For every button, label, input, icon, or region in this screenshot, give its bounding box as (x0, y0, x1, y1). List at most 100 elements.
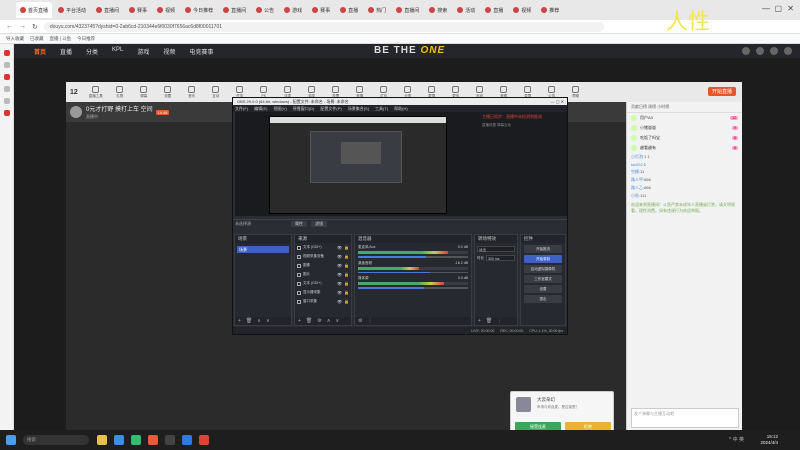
toolbar-item[interactable]: 设置 (156, 85, 180, 99)
down-icon[interactable]: ∨ (266, 318, 270, 324)
transition-select[interactable]: 淡出 (477, 246, 515, 252)
filters-button[interactable]: 滤镜 (311, 221, 327, 227)
nav-link[interactable]: KPL (112, 47, 123, 56)
obs-menu-item[interactable]: 视图(V) (273, 105, 286, 112)
system-tray[interactable]: ^ 中 英 (729, 436, 744, 443)
obs-menu-item[interactable]: 帮助(H) (394, 105, 408, 112)
app-icon[interactable] (3, 110, 10, 116)
minimize-icon[interactable]: — (762, 4, 770, 13)
control-button[interactable]: 开始录制 (524, 255, 562, 263)
browser-tab[interactable]: 今日推荐 (181, 2, 217, 18)
app-icon[interactable] (3, 86, 10, 92)
browser-tab[interactable]: 搜索 (425, 2, 451, 18)
app-icon[interactable] (199, 435, 209, 445)
browser-tab[interactable]: 直播 (336, 2, 362, 18)
bookmark-item[interactable]: 直播 | 斗鱼 (50, 36, 72, 42)
maximize-icon[interactable]: ▢ (774, 4, 782, 13)
taskbar-clock[interactable]: 19:12 2024/4/4 (760, 434, 778, 446)
volume-slider[interactable] (358, 256, 468, 258)
eye-icon[interactable]: 👁 (337, 263, 342, 268)
chat-input[interactable]: 发个弹幕与主播互动吧 (631, 408, 739, 428)
eye-icon[interactable]: 👁 (337, 254, 342, 259)
duration-input[interactable]: 300 ms (486, 255, 515, 261)
rank-row[interactable]: 越看越有 6 (627, 143, 742, 153)
eye-icon[interactable]: 👁 (337, 245, 342, 250)
nav-link[interactable]: 直播 (60, 47, 72, 56)
source-row[interactable]: 视频采集设备 👁 🔒 (295, 252, 351, 261)
avatar[interactable] (70, 106, 82, 118)
properties-button[interactable]: 属性 (291, 221, 307, 227)
nav-link[interactable]: 分类 (86, 47, 98, 56)
nav-link[interactable]: 首页 (34, 47, 46, 56)
obs-menu-item[interactable]: 编辑(E) (254, 105, 267, 112)
control-button[interactable]: 设置 (524, 285, 562, 293)
rank-row[interactable]: 小猪崽崽 9 (627, 123, 742, 133)
volume-slider[interactable] (358, 271, 468, 273)
control-button[interactable]: 工作室模式 (524, 275, 562, 283)
app-icon[interactable] (148, 435, 158, 445)
remove-icon[interactable]: 🗑 (246, 318, 252, 324)
side-tabs[interactable]: 直播设置 弹幕互动 (480, 122, 567, 129)
chat-user[interactable]: kiz002: (631, 162, 644, 167)
lock-icon[interactable]: 🔒 (344, 281, 349, 286)
control-button[interactable]: 开始推流 (524, 245, 562, 253)
chat-user[interactable]: 空桶: (631, 169, 640, 174)
windows-start-icon[interactable] (6, 435, 16, 445)
toolbar-item[interactable]: 弹幕 (132, 85, 156, 99)
wechat-icon[interactable] (131, 435, 141, 445)
history-icon[interactable] (742, 47, 750, 55)
nav-link[interactable]: 视频 (163, 47, 175, 56)
browser-tab[interactable]: 热门 (364, 2, 390, 18)
download-icon[interactable] (770, 47, 778, 55)
refresh-icon[interactable]: ↻ (32, 23, 38, 31)
browser-tab[interactable]: 首页直播 (16, 2, 53, 18)
window-controls-icon[interactable]: — ▢ ✕ (551, 98, 564, 105)
obs-menu-item[interactable]: 文件(F) (235, 105, 248, 112)
chat-user[interactable]: 小灯泡: (631, 154, 644, 159)
url-field[interactable]: douyu.com/4323745?dyshid=0-2ab6cd-210344… (43, 21, 604, 32)
remove-icon[interactable]: 🗑 (486, 318, 492, 324)
obs-icon[interactable] (165, 435, 175, 445)
bookmark-item[interactable]: 已收藏 (30, 36, 44, 42)
browser-icon[interactable] (114, 435, 124, 445)
source-row[interactable]: 文本 (GDI+) 👁 🔒 (295, 243, 351, 252)
obs-menu-item[interactable]: 工具(T) (375, 105, 388, 112)
chat-user[interactable]: 小秋: (631, 193, 640, 198)
app-icon[interactable] (3, 62, 10, 68)
lock-icon[interactable]: 🔒 (344, 299, 349, 304)
volume-slider[interactable] (358, 287, 468, 289)
rank-row[interactable]: 吃饭了吗宝 8 (627, 133, 742, 143)
gear-icon[interactable]: ⚙ (317, 318, 321, 324)
lock-icon[interactable]: 🔒 (344, 272, 349, 277)
eye-icon[interactable]: 👁 (337, 272, 342, 277)
browser-tab[interactable]: 直播间 (219, 2, 250, 18)
source-row[interactable]: 图片 👁 🔒 (295, 270, 351, 279)
browser-tab[interactable]: 视频 (153, 2, 179, 18)
start-live-button[interactable]: 开始直播 (707, 87, 736, 96)
browser-tab[interactable]: 直播间 (392, 2, 423, 18)
folder-icon[interactable] (97, 435, 107, 445)
chat-user[interactable]: 路人甲: (631, 177, 644, 182)
toolbar-item[interactable]: 互动 (204, 85, 228, 99)
control-button[interactable]: 退出 (524, 295, 562, 303)
rank-row[interactable]: 用户A3 12 (627, 113, 742, 123)
browser-tab[interactable]: 游戏 (280, 2, 306, 18)
up-icon[interactable]: ∧ (327, 318, 331, 324)
scene-item[interactable]: 场景 (237, 246, 289, 253)
chat-header[interactable]: 贡献日榜 周榜 小时榜 (627, 102, 742, 113)
browser-tab[interactable]: 平台活动 (54, 2, 90, 18)
app-icon[interactable] (182, 435, 192, 445)
source-row[interactable]: 图像 👁 🔒 (295, 261, 351, 270)
browser-tab[interactable]: 活动 (453, 2, 479, 18)
obs-menu-item[interactable]: 停靠窗口(D) (293, 105, 315, 112)
lock-icon[interactable]: 🔒 (344, 263, 349, 268)
eye-icon[interactable]: 👁 (337, 281, 342, 286)
lock-icon[interactable]: 🔒 (344, 245, 349, 250)
browser-tab[interactable]: 赛事 (308, 2, 334, 18)
add-icon[interactable]: + (478, 318, 481, 324)
back-icon[interactable]: ← (6, 23, 13, 30)
app-icon[interactable] (3, 98, 10, 104)
browser-tab[interactable]: 直播 (481, 2, 507, 18)
app-icon[interactable] (3, 74, 10, 80)
toolbar-item[interactable]: 直播工具 (84, 85, 108, 99)
